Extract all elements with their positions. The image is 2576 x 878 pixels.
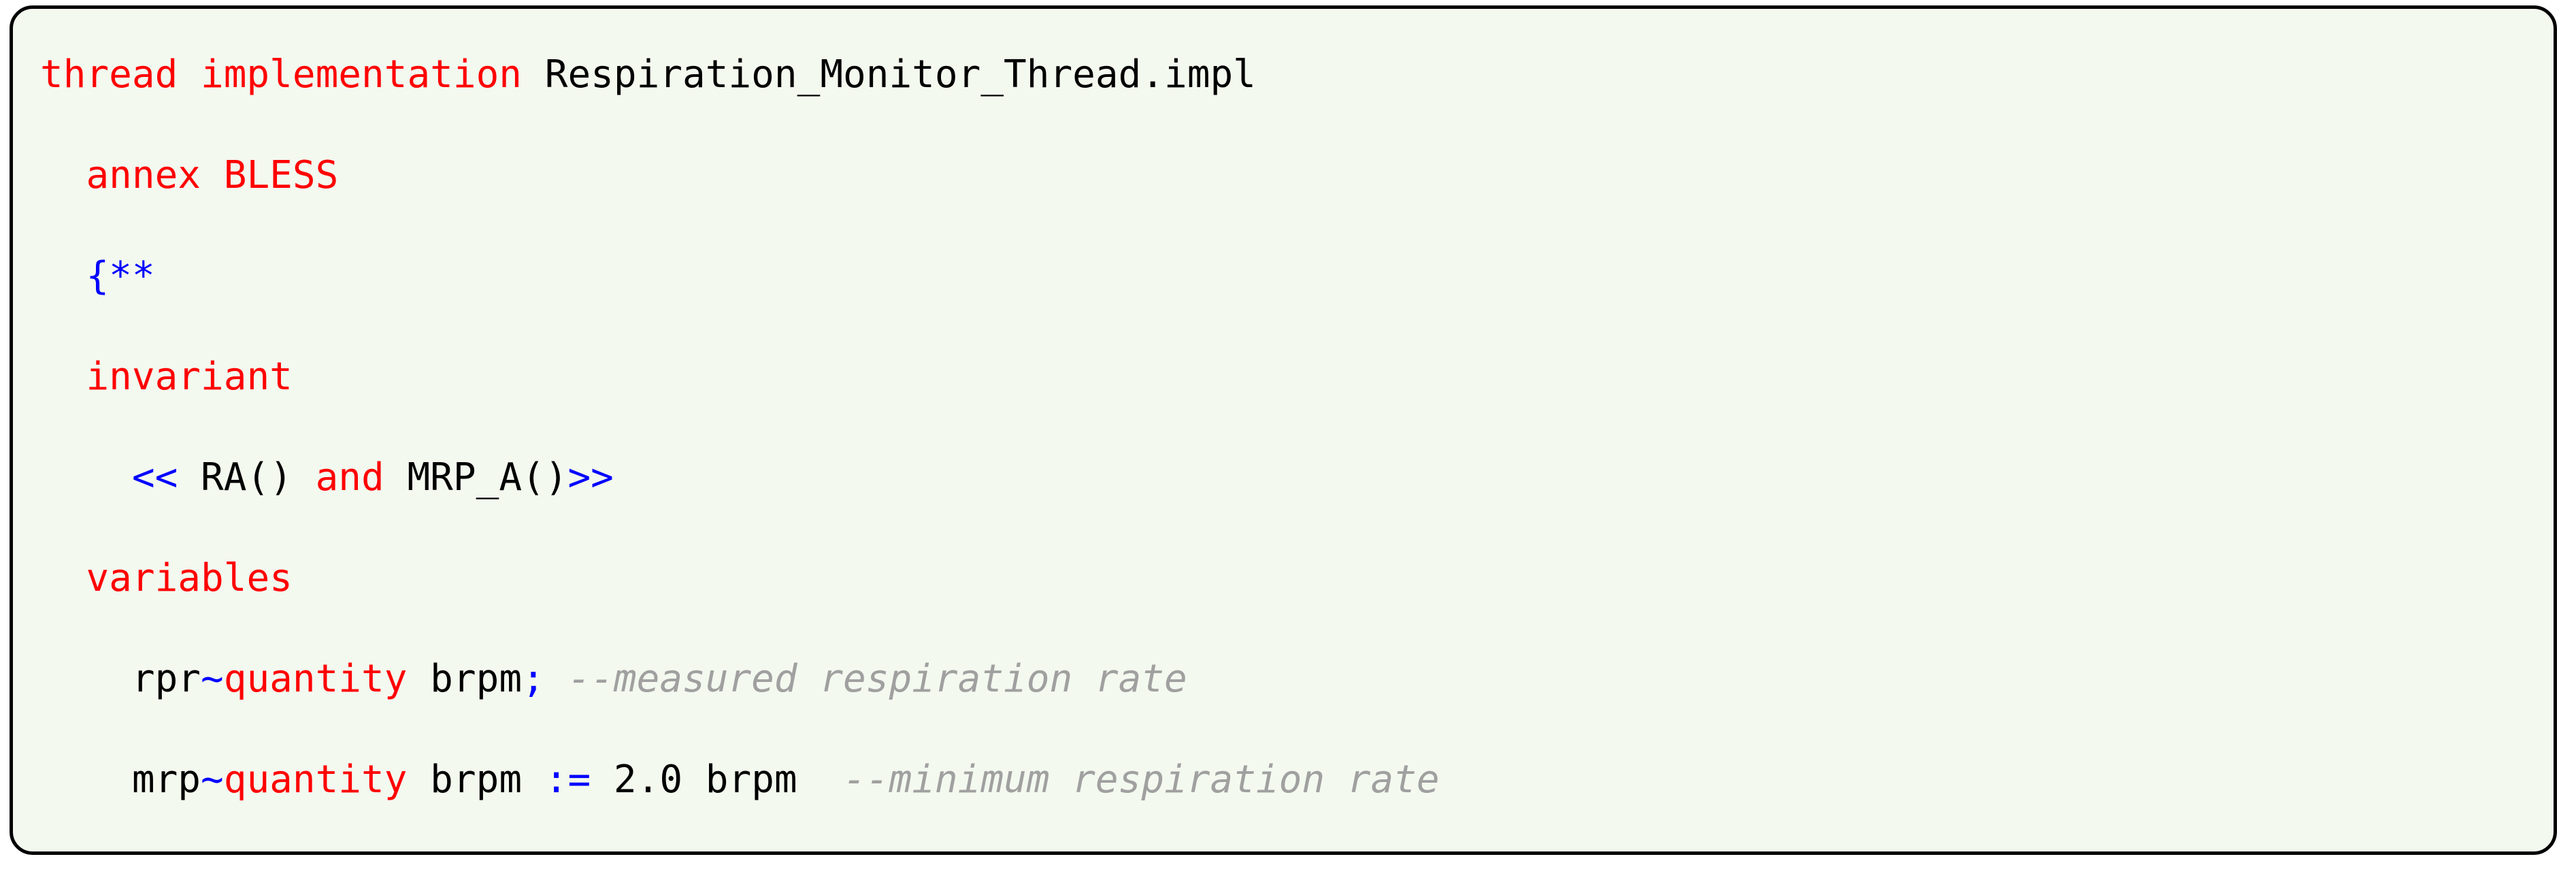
code-token: MRP_A() <box>384 455 568 500</box>
code-token: quantity <box>223 758 408 802</box>
code-token: variables <box>86 556 293 600</box>
code-token: thread implementation <box>40 52 545 97</box>
code-token: ~ <box>201 657 224 701</box>
code-token: Respiration_Monitor_Thread.impl <box>544 52 1256 97</box>
code-token: --measured respiration rate <box>544 657 1187 701</box>
code-listing-frame: thread implementation Respiration_Monito… <box>10 5 2557 855</box>
code-token: 2.0 brpm <box>591 758 844 802</box>
code-line-2: annex BLESS <box>40 150 1669 201</box>
code-token: := <box>544 758 591 802</box>
code-token: and <box>315 455 384 500</box>
code-token: << <box>131 455 178 500</box>
code-line-8: mrp~quantity brpm := 2.0 brpm --minimum … <box>40 755 1669 805</box>
code-token: >> <box>567 455 614 500</box>
code-token: quantity <box>223 657 408 701</box>
code-token: {** <box>86 254 155 298</box>
code-line-7: rpr~quantity brpm; --measured respiratio… <box>40 654 1669 704</box>
code-token: rpr <box>40 657 201 701</box>
code-token: annex BLESS <box>86 153 339 197</box>
code-token: mrp <box>40 758 201 802</box>
code-listing[interactable]: thread implementation Respiration_Monito… <box>40 50 1669 851</box>
code-line-3: {** <box>40 251 1669 302</box>
code-token: brpm <box>407 657 523 701</box>
code-token: ~ <box>201 758 224 802</box>
code-line-4: invariant <box>40 352 1669 402</box>
code-token: brpm <box>407 758 545 802</box>
code-line-6: variables <box>40 553 1669 604</box>
code-line-1: thread implementation Respiration_Monito… <box>40 50 1669 100</box>
code-token: RA() <box>178 455 316 500</box>
code-line-5: << RA() and MRP_A()>> <box>40 453 1669 503</box>
code-token: --minimum respiration rate <box>843 758 1440 802</box>
code-token: invariant <box>86 355 293 399</box>
code-token: ; <box>522 657 545 701</box>
